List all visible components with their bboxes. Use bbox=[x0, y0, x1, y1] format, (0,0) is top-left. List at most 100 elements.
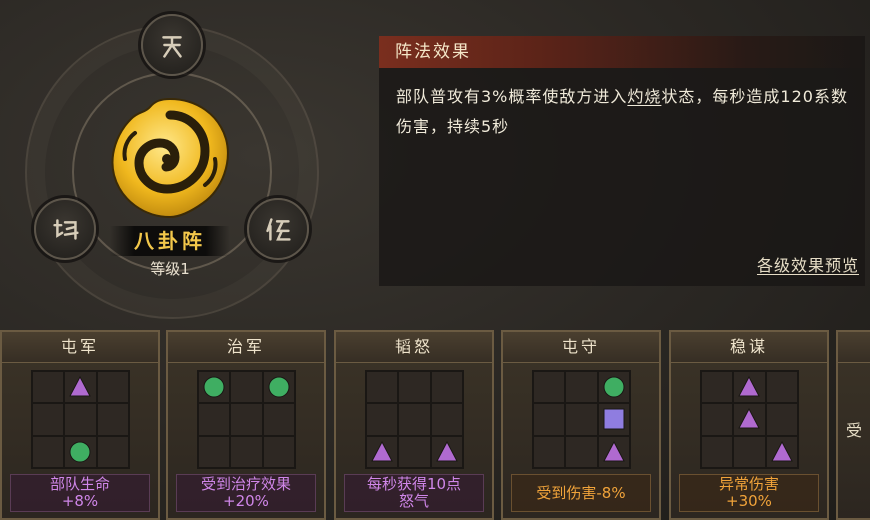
grid-cell bbox=[597, 371, 630, 404]
card-effect: 部队生命 +8% bbox=[10, 474, 150, 512]
burn-keyword-link[interactable]: 灼烧 bbox=[627, 87, 661, 106]
triangle-marker-icon bbox=[435, 440, 458, 462]
grid-cell bbox=[430, 403, 463, 436]
grid-cell bbox=[701, 403, 734, 436]
tactic-card[interactable]: 韬怒 每秒获得10点 怒气 bbox=[334, 330, 494, 520]
earth-rune-glyph bbox=[53, 219, 79, 240]
grid-cell bbox=[32, 435, 65, 468]
triangle-marker-icon bbox=[371, 440, 393, 462]
card-title-partial bbox=[838, 332, 870, 363]
grid-cell bbox=[96, 403, 129, 436]
position-grid bbox=[197, 370, 296, 469]
formation-effect-panel: 阵法效果 部队普攻有3%概率使敌方进入灼烧状态，每秒造成120系数伤害，持续5秒… bbox=[379, 36, 865, 286]
card-title: 屯军 bbox=[2, 332, 158, 363]
triangle-marker-icon bbox=[602, 440, 625, 462]
card-effect-line2: 怒气 bbox=[398, 492, 429, 510]
card-title: 屯守 bbox=[503, 332, 659, 363]
triangle-marker-icon bbox=[770, 440, 793, 462]
heaven-rune-icon[interactable] bbox=[141, 14, 203, 76]
tactic-card[interactable]: 稳谋 异常伤害 +30% bbox=[669, 330, 829, 520]
card-effect-line2: +20% bbox=[223, 492, 269, 510]
triangle-marker-icon bbox=[738, 408, 761, 429]
earth-rune-icon[interactable] bbox=[34, 198, 96, 260]
grid-cell bbox=[597, 403, 630, 436]
grid-cell bbox=[230, 435, 263, 468]
grid-cell bbox=[366, 403, 399, 436]
effect-description: 部队普攻有3%概率使敌方进入灼烧状态，每秒造成120系数伤害，持续5秒 bbox=[396, 82, 856, 142]
grid-cell bbox=[701, 435, 734, 468]
card-effect-line1: 部队生命 bbox=[49, 475, 110, 493]
position-grid bbox=[31, 370, 130, 469]
grid-cell bbox=[733, 371, 766, 404]
tactic-card[interactable]: 屯军 部队生命 +8% bbox=[0, 330, 160, 520]
level-effects-preview-link[interactable]: 各级效果预览 bbox=[757, 252, 859, 276]
circle-marker-icon bbox=[603, 376, 625, 398]
grid-cell bbox=[398, 403, 431, 436]
taiji-emblem-icon bbox=[111, 97, 229, 219]
grid-cell bbox=[366, 371, 399, 404]
grid-cell bbox=[533, 371, 566, 404]
tactic-card[interactable]: 屯守 受到伤害-8% bbox=[501, 330, 661, 520]
grid-cell bbox=[96, 435, 129, 468]
human-rune-glyph bbox=[266, 218, 291, 241]
grid-cell bbox=[366, 435, 399, 468]
grid-cell bbox=[64, 371, 97, 404]
card-effect-line1: 受到治疗效果 bbox=[200, 475, 291, 493]
grid-cell bbox=[565, 371, 598, 404]
formation-emblem-area: 八卦阵 等级1 bbox=[0, 0, 370, 320]
position-grid bbox=[532, 370, 631, 469]
grid-cell bbox=[733, 435, 766, 468]
grid-cell bbox=[565, 435, 598, 468]
formation-level: 等级1 bbox=[150, 260, 190, 278]
circle-marker-icon bbox=[268, 376, 290, 398]
grid-cell bbox=[230, 371, 263, 404]
card-effect-line1: 受到伤害-8% bbox=[536, 483, 626, 502]
effect-title: 阵法效果 bbox=[395, 42, 471, 62]
grid-cell bbox=[230, 403, 263, 436]
grid-cell bbox=[765, 371, 798, 404]
tactic-card[interactable]: 治军 受到治疗效果 +20% bbox=[166, 330, 326, 520]
card-effect: 异常伤害 +30% bbox=[679, 474, 819, 512]
card-effect-line1: 每秒获得10点 bbox=[366, 475, 462, 493]
grid-cell bbox=[198, 435, 231, 468]
grid-cell bbox=[32, 403, 65, 436]
grid-cell bbox=[597, 435, 630, 468]
heaven-rune-glyph bbox=[162, 36, 182, 58]
grid-cell bbox=[262, 371, 295, 404]
card-title: 治军 bbox=[168, 332, 324, 363]
grid-cell bbox=[430, 371, 463, 404]
formation-name: 八卦阵 bbox=[110, 226, 230, 256]
card-title: 稳谋 bbox=[671, 332, 827, 363]
grid-cell bbox=[765, 403, 798, 436]
grid-cell bbox=[64, 435, 97, 468]
position-grid bbox=[700, 370, 799, 469]
card-effect-line1: 异常伤害 bbox=[718, 475, 779, 493]
card-effect-line2: +30% bbox=[726, 492, 772, 510]
circle-marker-icon bbox=[69, 441, 91, 463]
grid-cell bbox=[262, 435, 295, 468]
grid-cell bbox=[565, 403, 598, 436]
card-effect-line2: +8% bbox=[61, 492, 99, 510]
circle-marker-icon bbox=[203, 376, 225, 398]
grid-cell bbox=[398, 371, 431, 404]
grid-cell bbox=[533, 435, 566, 468]
effect-header: 阵法效果 bbox=[379, 36, 865, 68]
triangle-marker-icon bbox=[69, 376, 92, 397]
grid-cell bbox=[262, 403, 295, 436]
card-title: 韬怒 bbox=[336, 332, 492, 363]
grid-cell bbox=[32, 371, 65, 404]
grid-cell bbox=[430, 435, 463, 468]
tactic-card-partial[interactable]: 受 bbox=[836, 330, 870, 520]
partial-card-text: 受 bbox=[846, 421, 863, 440]
grid-cell bbox=[198, 371, 231, 404]
grid-cell bbox=[765, 435, 798, 468]
card-effect: 受到治疗效果 +20% bbox=[176, 474, 316, 512]
triangle-marker-icon bbox=[738, 376, 761, 397]
effect-desc-part1: 部队普攻有3%概率使敌方进入 bbox=[396, 87, 628, 106]
tactic-cards-strip: 屯军 部队生命 +8% 治军 受到治疗效果 +20% 韬怒 每秒获得10点 怒气… bbox=[0, 330, 870, 520]
grid-cell bbox=[701, 371, 734, 404]
human-rune-icon[interactable] bbox=[247, 198, 309, 260]
grid-cell bbox=[64, 403, 97, 436]
square-marker-icon bbox=[603, 408, 625, 430]
card-effect: 受到伤害-8% bbox=[511, 474, 651, 512]
